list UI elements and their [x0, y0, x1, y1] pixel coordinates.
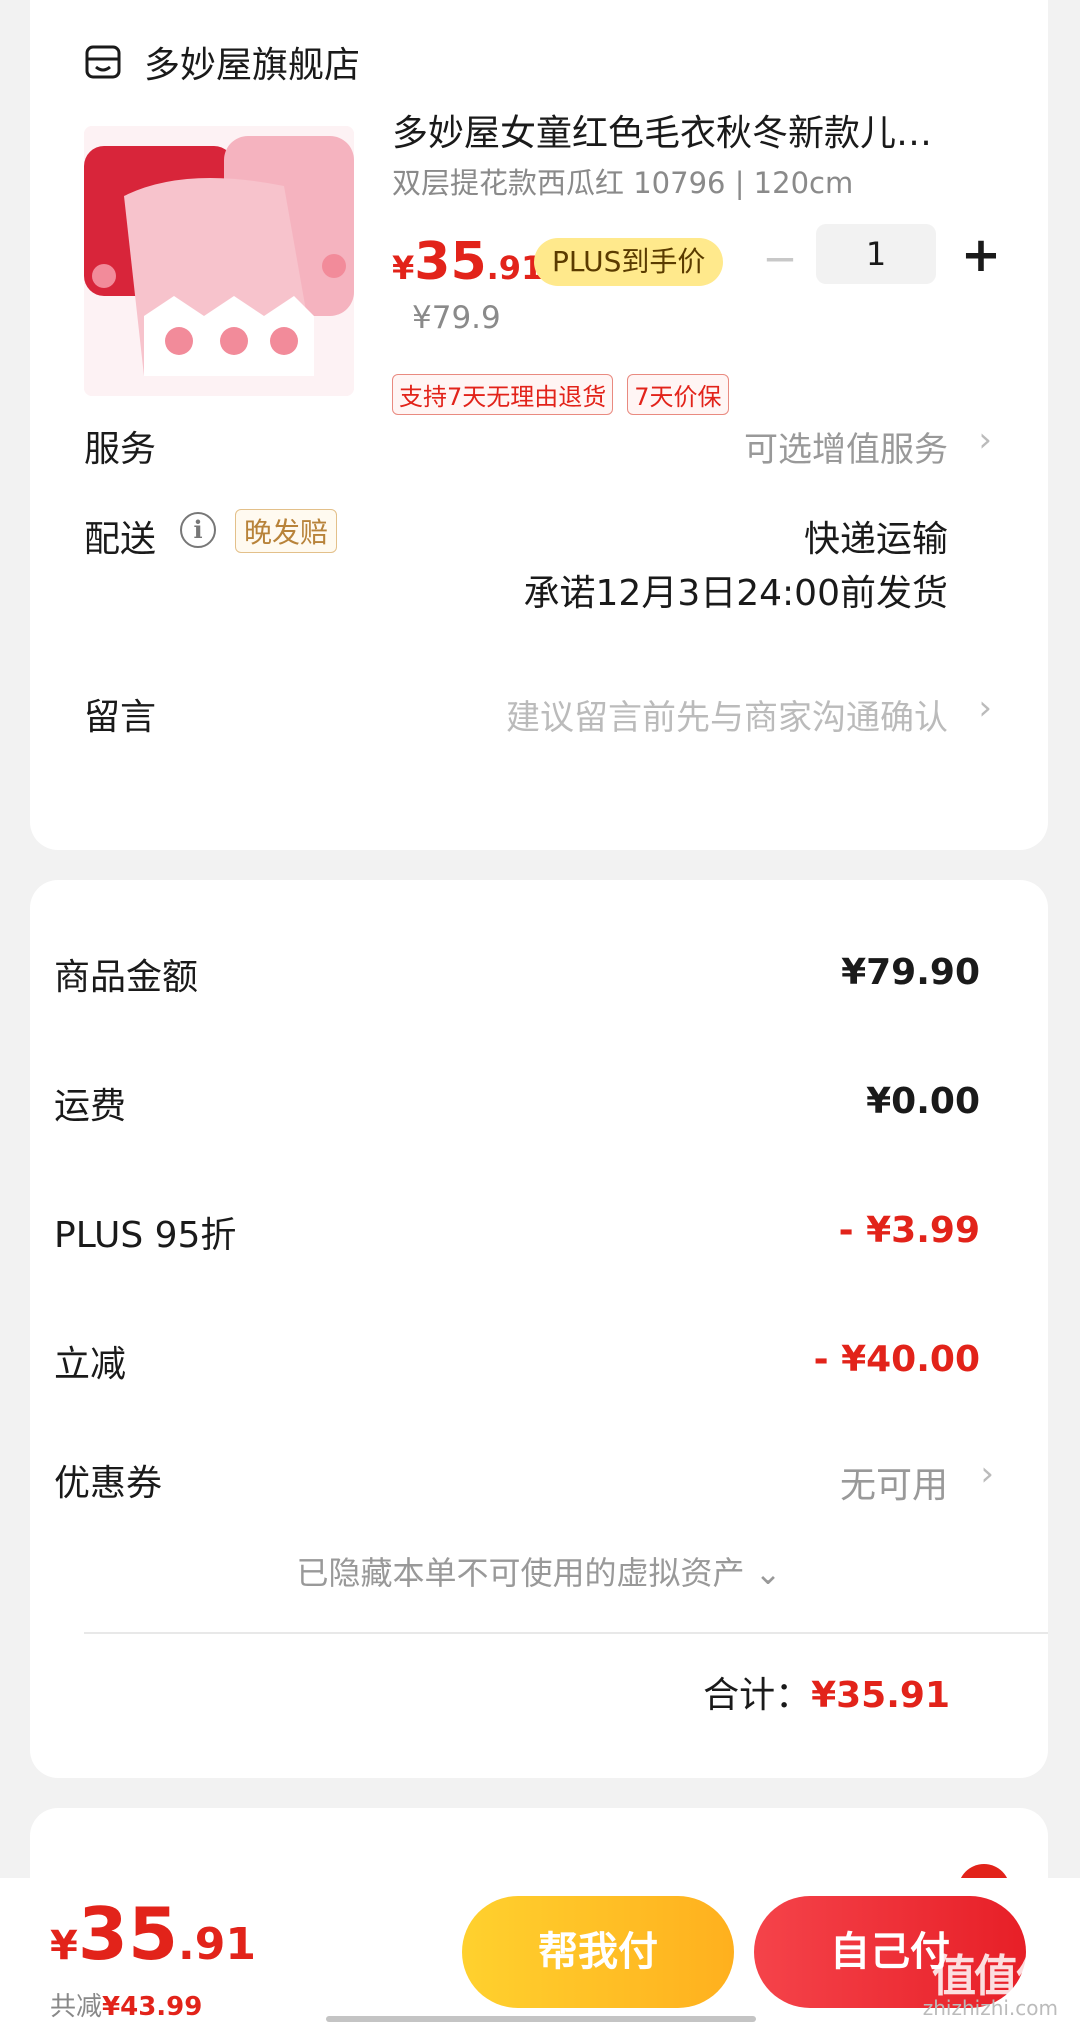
- home-indicator[interactable]: [326, 2016, 756, 2022]
- bottom-price-integer: 35: [77, 1892, 179, 1976]
- coupon-value[interactable]: 无可用: [840, 1456, 948, 1508]
- chevron-right-icon[interactable]: ›: [978, 420, 992, 460]
- service-label: 服务: [84, 429, 157, 470]
- watermark-url: zhizhizhi.com: [922, 1996, 1058, 2020]
- service-value[interactable]: 可选增值服务: [744, 422, 948, 471]
- late-compensation-tag: 晚发赔: [235, 509, 338, 553]
- fee-summary-card: [30, 880, 1048, 1778]
- sweater-illustration: [84, 126, 354, 396]
- quantity-plus-button[interactable]: +: [956, 228, 1006, 282]
- watermark-logo: 值值值: [932, 1951, 1060, 2002]
- chevron-right-icon[interactable]: ›: [978, 688, 992, 728]
- price-currency: ¥: [392, 249, 415, 287]
- store-icon: [85, 45, 121, 79]
- quantity-minus-button[interactable]: −: [760, 234, 800, 284]
- policy-tag-price-protect: 7天价保: [627, 374, 729, 415]
- plus-price-tag: PLUS到手价: [534, 238, 724, 286]
- shipping-value: ¥0.00: [866, 1081, 980, 1122]
- hidden-assets-toggle[interactable]: 已隐藏本单不可使用的虚拟资产 ⌄: [30, 1548, 1048, 1594]
- plus-discount-value: - ¥3.99: [838, 1210, 980, 1251]
- shipping-label: 运费: [54, 1086, 127, 1127]
- product-spec[interactable]: 双层提花款西瓜红 10796 | 120cm: [392, 160, 853, 202]
- original-price: ¥79.9: [412, 300, 501, 336]
- bottom-price-decimal: .91: [178, 1919, 256, 1970]
- help-pay-button[interactable]: 帮我付: [462, 1896, 734, 2008]
- bottom-pay-bar: ¥ 35 .91 共减¥43.99 帮我付 自己付 值值值 zhizhizhi.…: [0, 1878, 1080, 2028]
- coupon-label: 优惠券: [54, 1463, 163, 1504]
- product-title[interactable]: 多妙屋女童红色毛衣秋冬新款儿…: [392, 104, 1002, 156]
- bottom-price-currency: ¥: [50, 1923, 78, 1969]
- instant-discount-value: - ¥40.00: [813, 1339, 980, 1380]
- product-price: ¥ 35 .91: [392, 232, 543, 292]
- message-input[interactable]: 建议留言前先与商家沟通确认: [506, 690, 948, 739]
- goods-amount-value: ¥79.90: [841, 952, 980, 993]
- divider: [84, 1632, 1048, 1634]
- total-value: ¥35.91: [811, 1675, 950, 1716]
- order-total: 合计：¥35.91: [703, 1666, 950, 1718]
- bottom-price: ¥ 35 .91: [50, 1892, 256, 1976]
- total-label: 合计：: [703, 1675, 812, 1716]
- price-integer: 35: [414, 232, 487, 292]
- product-image[interactable]: [84, 126, 354, 396]
- plus-discount-label: PLUS 95折: [54, 1215, 237, 1256]
- delivery-label: 配送: [84, 519, 157, 560]
- goods-amount-label: 商品金额: [54, 957, 199, 998]
- policy-tag-return: 支持7天无理由退货: [392, 374, 614, 415]
- store-header[interactable]: 多妙屋旗舰店: [84, 36, 360, 88]
- saved-label: 共减: [50, 1992, 103, 2022]
- message-label: 留言: [84, 697, 157, 738]
- instant-discount-label: 立减: [54, 1344, 127, 1385]
- quantity-input[interactable]: 1: [816, 224, 936, 284]
- delivery-method[interactable]: 快递运输: [804, 510, 948, 562]
- chevron-right-icon[interactable]: ›: [980, 1454, 994, 1494]
- policy-tags: 支持7天无理由退货 7天价保: [392, 374, 729, 415]
- saved-amount: ¥43.99: [102, 1992, 203, 2022]
- delivery-promise: 承诺12月3日24:00前发货: [523, 573, 948, 614]
- info-icon[interactable]: i: [180, 512, 216, 548]
- store-order-card: 多妙屋旗舰店 多妙屋女童红色毛衣秋冬新款儿… 双层提花款西瓜红 10796 | …: [30, 0, 1048, 850]
- store-name: 多妙屋旗舰店: [144, 45, 361, 86]
- bottom-saved: 共减¥43.99: [50, 1986, 202, 2023]
